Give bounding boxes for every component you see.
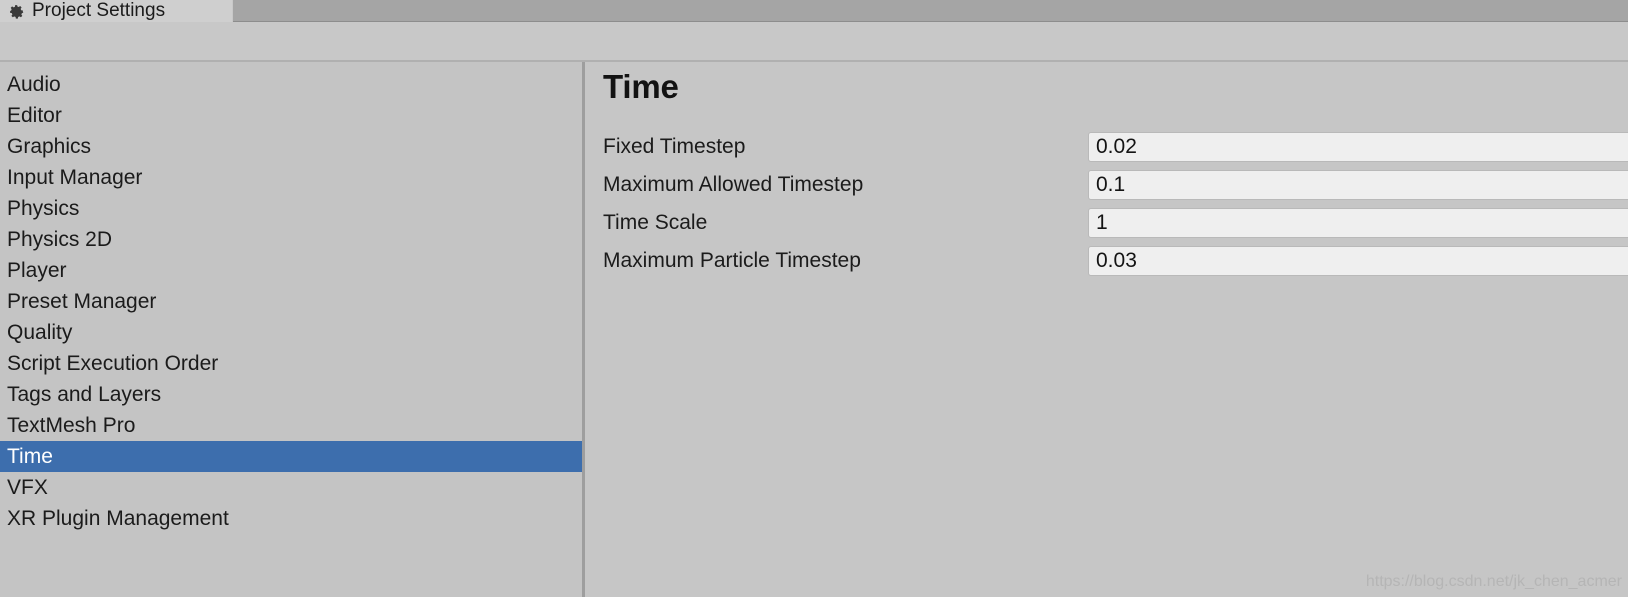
tab-project-settings[interactable]: Project Settings	[0, 0, 232, 22]
sidebar-item-tags-and-layers[interactable]: Tags and Layers	[0, 379, 582, 410]
sidebar-item-editor[interactable]: Editor	[0, 100, 582, 131]
sidebar-item-physics-2d[interactable]: Physics 2D	[0, 224, 582, 255]
sidebar-item-label: VFX	[7, 475, 48, 499]
sidebar-item-label: Graphics	[7, 134, 92, 158]
field-label-fixed-timestep: Fixed Timestep	[603, 135, 746, 158]
sidebar-item-label: Preset Manager	[7, 289, 157, 313]
watermark: https://blog.csdn.net/jk_chen_acmer	[1365, 573, 1622, 590]
field-row: Maximum Allowed Timestep 0.1	[585, 170, 1628, 208]
settings-category-list: Audio Editor Graphics Input Manager Physics P…	[0, 69, 582, 534]
tab-label: Project Settings	[32, 0, 166, 21]
sidebar-item-label: Time	[7, 444, 53, 468]
field-row: Fixed Timestep 0.02	[585, 132, 1628, 170]
project-settings-window: Project Settings Audio Editor Graphics Inpu…	[0, 0, 1628, 597]
settings-content-panel: Time Fixed Timestep 0.02 Maximum Allowed T…	[585, 62, 1628, 597]
sidebar-item-vfx[interactable]: VFX	[0, 472, 582, 503]
field-label-maximum-allowed-timestep: Maximum Allowed Timestep	[603, 173, 864, 196]
field-row: Time Scale 1	[585, 208, 1628, 246]
sidebar-item-label: Physics 2D	[7, 227, 113, 251]
tab-strip: Project Settings	[0, 0, 1628, 22]
time-settings-form: Fixed Timestep 0.02 Maximum Allowed Timest…	[585, 132, 1628, 284]
sidebar-item-label: Player	[7, 258, 67, 282]
sidebar-item-graphics[interactable]: Graphics	[0, 131, 582, 162]
body: Audio Editor Graphics Input Manager Physics P…	[0, 62, 1628, 597]
tab-strip-empty-area[interactable]	[233, 0, 1628, 22]
field-label-maximum-particle-timestep: Maximum Particle Timestep	[603, 249, 861, 272]
sidebar-item-label: Input Manager	[7, 165, 143, 189]
toolbar	[0, 22, 1628, 61]
sidebar-item-label: Quality	[7, 320, 73, 344]
sidebar-item-label: Physics	[7, 196, 80, 220]
field-input-maximum-particle-timestep[interactable]: 0.03	[1088, 246, 1628, 276]
sidebar-item-physics[interactable]: Physics	[0, 193, 582, 224]
sidebar-item-label: Script Execution Order	[7, 351, 219, 375]
sidebar-item-label: XR Plugin Management	[7, 506, 229, 530]
sidebar-item-player[interactable]: Player	[0, 255, 582, 286]
sidebar-item-quality[interactable]: Quality	[0, 317, 582, 348]
field-label-time-scale: Time Scale	[603, 211, 708, 234]
gear-icon	[10, 5, 24, 19]
sidebar-item-label: Editor	[7, 103, 62, 127]
field-input-fixed-timestep[interactable]: 0.02	[1088, 132, 1628, 162]
sidebar-item-time[interactable]: Time	[0, 441, 582, 472]
sidebar-item-label: TextMesh Pro	[7, 413, 136, 437]
sidebar-item-input-manager[interactable]: Input Manager	[0, 162, 582, 193]
sidebar-item-label: Audio	[7, 72, 61, 96]
sidebar-item-preset-manager[interactable]: Preset Manager	[0, 286, 582, 317]
sidebar-item-textmesh-pro[interactable]: TextMesh Pro	[0, 410, 582, 441]
sidebar-item-script-execution-order[interactable]: Script Execution Order	[0, 348, 582, 379]
settings-sidebar: Audio Editor Graphics Input Manager Physics P…	[0, 62, 582, 597]
page-title: Time	[603, 68, 679, 105]
field-input-time-scale[interactable]: 1	[1088, 208, 1628, 238]
sidebar-item-xr-plugin-management[interactable]: XR Plugin Management	[0, 503, 582, 534]
field-row: Maximum Particle Timestep 0.03	[585, 246, 1628, 284]
sidebar-item-audio[interactable]: Audio	[0, 69, 582, 100]
field-input-maximum-allowed-timestep[interactable]: 0.1	[1088, 170, 1628, 200]
sidebar-item-label: Tags and Layers	[7, 382, 162, 406]
